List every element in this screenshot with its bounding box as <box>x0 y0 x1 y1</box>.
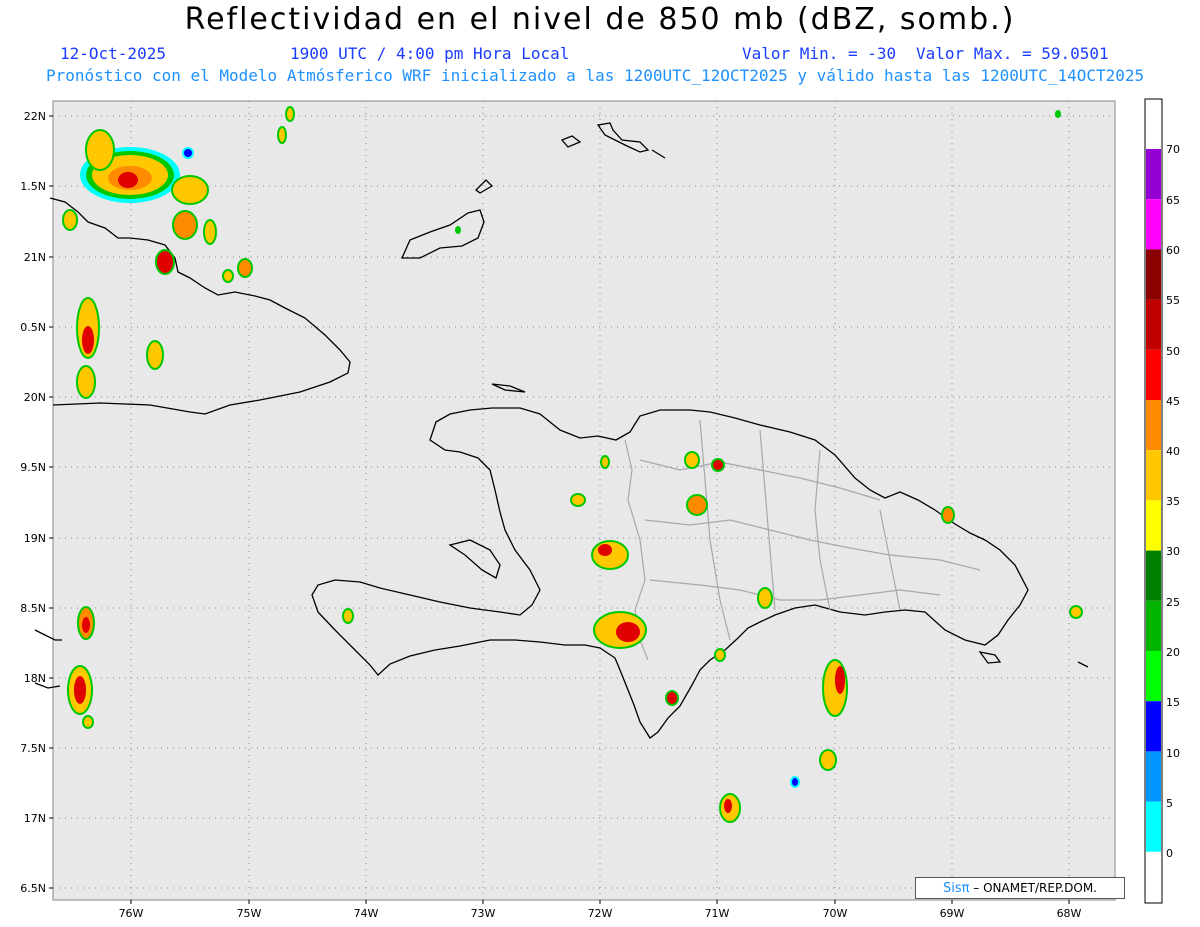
colorbar-swatch <box>1146 701 1161 752</box>
lon-label: 72W <box>588 907 613 920</box>
colorbar-label: 20 <box>1166 646 1180 659</box>
colorbar-swatch <box>1146 450 1161 501</box>
colorbar-label: 50 <box>1166 345 1180 358</box>
colorbar-swatch <box>1146 299 1161 350</box>
colorbar-label: 35 <box>1166 495 1180 508</box>
colorbar-label: 55 <box>1166 294 1180 307</box>
colorbar-label: 60 <box>1166 244 1180 257</box>
lat-label: 20N <box>24 391 46 404</box>
lat-label: 18N <box>24 672 46 685</box>
colorbar-swatch <box>1146 801 1161 852</box>
colorbar-swatch <box>1146 400 1161 451</box>
colorbar-label: 45 <box>1166 395 1180 408</box>
colorbar-label: 65 <box>1166 194 1180 207</box>
colorbar-swatch <box>1146 751 1161 802</box>
colorbar-swatch <box>1146 550 1161 601</box>
colorbar: 70 65 60 55 50 45 40 35 30 25 20 15 10 5… <box>1144 98 1180 904</box>
lon-label: 75W <box>237 907 262 920</box>
lat-label: 9.5N <box>20 461 46 474</box>
lon-label: 70W <box>823 907 848 920</box>
lon-label: 68W <box>1057 907 1082 920</box>
colorbar-swatches <box>1146 149 1161 902</box>
colorbar-label: 25 <box>1166 596 1180 609</box>
lat-label: 1.5N <box>20 180 46 193</box>
colorbar-label: 40 <box>1166 445 1180 458</box>
colorbar-label: 5 <box>1166 797 1173 810</box>
lat-label: 21N <box>24 251 46 264</box>
lon-label: 76W <box>119 907 144 920</box>
lon-label: 74W <box>354 907 379 920</box>
colorbar-label: 70 <box>1166 143 1180 156</box>
lat-label: 19N <box>24 532 46 545</box>
colorbar-label: 10 <box>1166 747 1180 760</box>
colorbar-swatch <box>1146 651 1161 702</box>
colorbar-swatch <box>1146 249 1161 300</box>
lat-label: 8.5N <box>20 602 46 615</box>
lon-label: 69W <box>940 907 965 920</box>
longitude-labels: 76W 75W 74W 73W 72W 71W 70W 69W 68W <box>119 907 1082 920</box>
lon-label: 73W <box>471 907 496 920</box>
colorbar-label: 0 <box>1166 847 1173 860</box>
colorbar-swatch <box>1146 600 1161 651</box>
colorbar-swatch <box>1146 199 1161 250</box>
lon-label: 71W <box>705 907 730 920</box>
lat-label: 0.5N <box>20 321 46 334</box>
colorbar-label: 30 <box>1166 545 1180 558</box>
colorbar-swatch <box>1146 851 1161 902</box>
lat-label: 6.5N <box>20 882 46 895</box>
credit-text: – ONAMET/REP.DOM. <box>969 881 1097 895</box>
lat-label: 7.5N <box>20 742 46 755</box>
colorbar-swatch <box>1146 500 1161 551</box>
latitude-labels: 22N 1.5N 21N 0.5N 20N 9.5N 19N 8.5N 18N … <box>20 110 46 895</box>
credit-box: Sisπ – ONAMET/REP.DOM. <box>915 877 1125 899</box>
colorbar-labels: 70 65 60 55 50 45 40 35 30 25 20 15 10 5… <box>1166 143 1180 860</box>
colorbar-label: 15 <box>1166 696 1180 709</box>
lat-label: 22N <box>24 110 46 123</box>
colorbar-swatch <box>1146 349 1161 400</box>
colorbar-swatch <box>1146 149 1161 200</box>
lat-label: 17N <box>24 812 46 825</box>
sispi-logo: Sisπ <box>943 881 970 896</box>
map-figure: 22N 1.5N 21N 0.5N 20N 9.5N 19N 8.5N 18N … <box>20 98 1180 920</box>
